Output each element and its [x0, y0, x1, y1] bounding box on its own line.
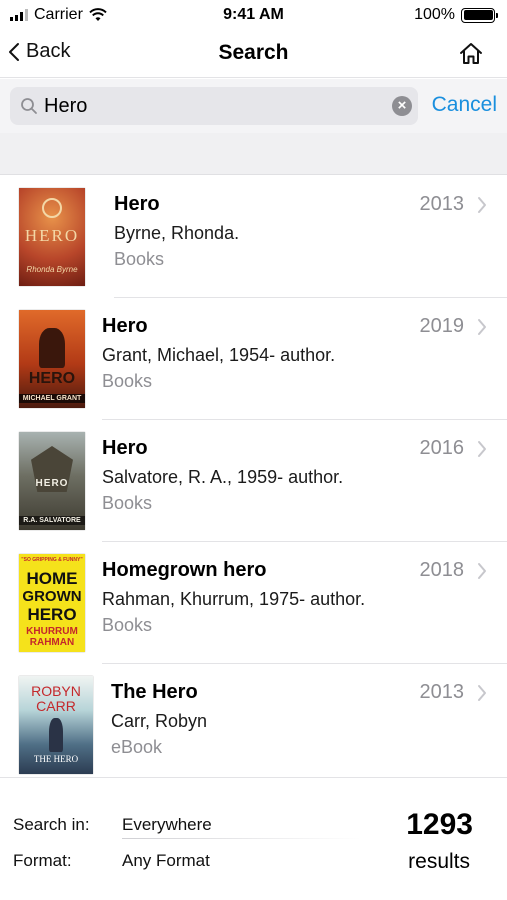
result-format: Books	[102, 493, 153, 513]
result-author: Byrne, Rhonda.	[114, 223, 240, 243]
list-item[interactable]: HERO MICHAEL GRANT Hero Grant, Michael, …	[0, 298, 507, 420]
list-item[interactable]: HERO Rhonda Byrne Hero Byrne, Rhonda. Bo…	[0, 176, 507, 298]
result-year: 2013	[419, 681, 465, 703]
cover-author: KHURRUM	[26, 626, 78, 637]
result-format: eBook	[111, 737, 163, 757]
result-author: Salvatore, R. A., 1959- author.	[102, 467, 344, 487]
format-value[interactable]: Any Format	[122, 851, 210, 871]
result-title: Hero	[102, 437, 148, 459]
list-item[interactable]: HERO R.A. SALVATORE Hero Salvatore, R. A…	[0, 420, 507, 542]
book-cover: "SO GRIPPING & FUNNY" HOME GROWN HERO KH…	[19, 554, 85, 652]
search-in-label: Search in:	[13, 815, 90, 834]
result-year: 2013	[419, 193, 465, 215]
status-bar: Carrier 9:41 AM 100%	[0, 0, 507, 30]
result-year: 2016	[419, 437, 465, 459]
cover-author: Rhonda Byrne	[26, 265, 78, 274]
section-spacer	[0, 133, 507, 175]
result-format: Books	[114, 249, 165, 269]
search-summary-footer: Search in: Everywhere Format: Any Format…	[0, 777, 507, 900]
chevron-right-icon	[478, 319, 486, 335]
cover-author: MICHAEL GRANT	[19, 394, 85, 403]
cover-author: R.A. SALVATORE	[19, 516, 85, 525]
result-format: Books	[102, 615, 153, 635]
results-list: HERO Rhonda Byrne Hero Byrne, Rhonda. Bo…	[0, 176, 507, 776]
status-right: 100%	[414, 6, 498, 24]
result-title: Hero	[102, 315, 148, 337]
cover-title: HOME	[26, 569, 78, 588]
nav-bar: Back Search	[0, 30, 507, 78]
chevron-right-icon	[478, 441, 486, 457]
list-item[interactable]: ROBYN CARR THE HERO The Hero Carr, Robyn…	[0, 664, 507, 776]
cover-title: HERO	[35, 478, 69, 489]
page-title: Search	[218, 41, 289, 64]
result-year: 2019	[419, 315, 465, 337]
format-label: Format:	[13, 851, 72, 870]
search-icon	[21, 98, 37, 114]
book-cover: HERO Rhonda Byrne	[19, 188, 85, 286]
result-author: Carr, Robyn	[111, 711, 208, 731]
book-cover: HERO R.A. SALVATORE	[19, 432, 85, 530]
chevron-right-icon	[478, 563, 486, 579]
book-cover: HERO MICHAEL GRANT	[19, 310, 85, 408]
book-cover: ROBYN CARR THE HERO	[19, 676, 93, 774]
results-count: 1293	[406, 808, 473, 841]
result-year: 2018	[419, 559, 465, 581]
cover-title: GROWN	[22, 588, 82, 605]
cover-title: HERO	[27, 605, 77, 624]
clear-search-icon[interactable]: ×	[392, 96, 412, 116]
result-format: Books	[102, 371, 153, 391]
battery-icon	[461, 7, 498, 23]
result-title: The Hero	[111, 681, 198, 703]
search-input[interactable]	[44, 92, 384, 120]
cover-quote: "SO GRIPPING & FUNNY"	[21, 557, 83, 563]
result-author: Grant, Michael, 1954- author.	[102, 345, 336, 365]
result-author: Rahman, Khurrum, 1975- author.	[102, 589, 366, 609]
result-title: Hero	[114, 193, 160, 215]
cover-title: HERO	[24, 226, 80, 245]
results-count-label: results	[408, 850, 470, 873]
cover-title: HERO	[28, 370, 76, 387]
chevron-right-icon	[478, 685, 486, 701]
search-in-value[interactable]: Everywhere	[122, 815, 212, 835]
home-icon[interactable]	[457, 40, 485, 68]
cover-author: CARR	[36, 698, 76, 714]
cover-author: RAHMAN	[29, 637, 75, 648]
search-box[interactable]: ×	[10, 87, 418, 125]
list-item[interactable]: "SO GRIPPING & FUNNY" HOME GROWN HERO KH…	[0, 542, 507, 664]
cover-title: THE HERO	[33, 754, 79, 764]
cover-author: ROBYN	[31, 683, 81, 699]
chevron-right-icon	[478, 197, 486, 213]
search-bar-area: × Cancel	[0, 79, 507, 133]
battery-percent: 100%	[414, 6, 455, 23]
result-title: Homegrown hero	[102, 559, 267, 581]
cancel-button[interactable]: Cancel	[432, 93, 497, 117]
